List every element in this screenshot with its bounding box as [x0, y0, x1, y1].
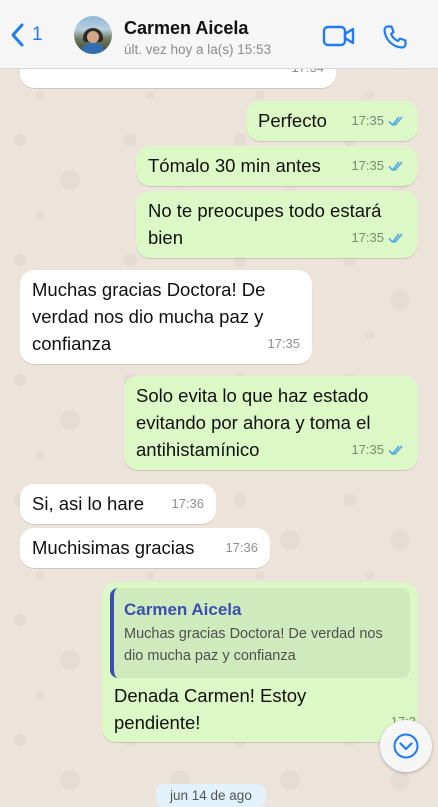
date-separator: jun 14 de ago	[156, 784, 266, 807]
message-outgoing[interactable]: No te preocupes todo estará bien 17:35	[136, 191, 418, 258]
message-text: Muchas gracias Doctora! De verdad nos di…	[32, 279, 266, 354]
message-time: 17:36	[225, 540, 258, 555]
message-incoming[interactable]: Muchas gracias Doctora! De verdad nos di…	[20, 270, 312, 364]
chevron-left-icon	[11, 23, 24, 47]
scroll-to-bottom-button[interactable]	[380, 720, 432, 772]
message-outgoing-reply[interactable]: Carmen Aicela Muchas gracias Doctora! De…	[102, 582, 418, 742]
back-button[interactable]: 1	[8, 22, 43, 48]
message-time: 17:35	[351, 442, 384, 457]
message-incoming[interactable]: Muchisimas gracias 17:36	[20, 528, 270, 568]
message-time: 17:35	[351, 158, 384, 173]
message-text: Denada Carmen! Estoy pendiente!	[114, 685, 307, 733]
avatar[interactable]	[74, 16, 112, 54]
unread-count: 1	[32, 24, 43, 45]
voice-call-button[interactable]	[382, 24, 408, 55]
message-text: Tómalo 30 min antes	[148, 155, 321, 176]
chevron-down-circle-icon	[393, 733, 419, 759]
contact-name[interactable]: Carmen Aicela	[124, 18, 248, 39]
message-meta: 17:35	[351, 107, 406, 134]
video-camera-icon	[322, 25, 355, 47]
message-meta: 17:35	[351, 152, 406, 179]
double-check-icon	[388, 160, 403, 171]
last-seen-status: últ. vez hoy a la(s) 15:53	[124, 42, 272, 57]
double-check-icon	[388, 444, 403, 455]
quoted-message[interactable]: Carmen Aicela Muchas gracias Doctora! De…	[110, 588, 410, 678]
message-incoming[interactable]: Si, asi lo hare 17:36	[20, 484, 216, 524]
message-outgoing[interactable]: Perfecto 17:35	[246, 101, 418, 141]
message-time: 17:35	[351, 230, 384, 245]
message-text: Perfecto	[258, 110, 327, 131]
message-time: 17:35	[267, 336, 300, 351]
message-text: Muchisimas gracias	[32, 537, 195, 558]
double-check-icon	[388, 232, 403, 243]
message-meta: 17:35	[351, 224, 406, 251]
message-outgoing[interactable]: Solo evita lo que haz estado evitando po…	[124, 376, 418, 470]
message-text: Si, asi lo hare	[32, 493, 145, 514]
message-meta: 17:35	[351, 436, 406, 463]
phone-icon	[383, 25, 407, 49]
quoted-text: Muchas gracias Doctora! De verdad nos di…	[124, 626, 383, 664]
double-check-icon	[388, 115, 403, 126]
chat-header: 1 Carmen Aicela últ. vez hoy a la(s) 15:…	[0, 0, 438, 69]
message-time: 17:36	[171, 496, 204, 511]
quoted-sender: Carmen Aicela	[124, 600, 242, 619]
message-time: 17:35	[351, 113, 384, 128]
message-outgoing[interactable]: Tómalo 30 min antes 17:35	[136, 146, 418, 186]
video-call-button[interactable]	[322, 24, 356, 53]
